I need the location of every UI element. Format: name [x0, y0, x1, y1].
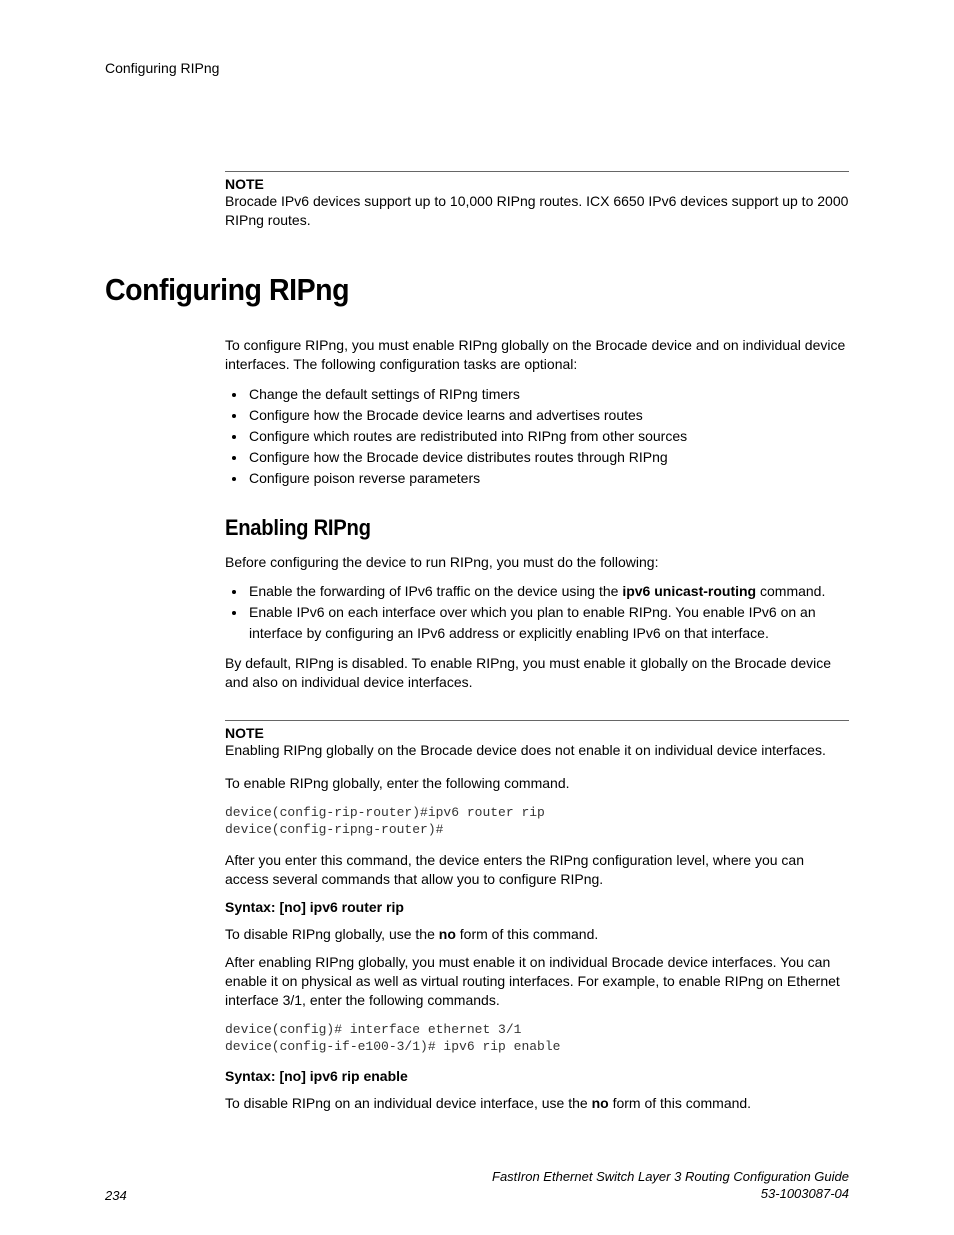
note-label: NOTE [225, 176, 849, 192]
note-text: Enabling RIPng globally on the Brocade d… [225, 741, 849, 760]
after-code-paragraph: After you enter this command, the device… [225, 851, 849, 889]
list-item: Change the default settings of RIPng tim… [247, 384, 849, 405]
intro-paragraph: To configure RIPng, you must enable RIPn… [225, 336, 849, 374]
text-pre: To disable RIPng on an individual device… [225, 1095, 592, 1111]
text-pre: To disable RIPng globally, use the [225, 926, 439, 942]
page-title: Configuring RIPng [105, 272, 789, 308]
syntax-line: Syntax: [no] ipv6 router rip [225, 899, 849, 915]
disable-iface-paragraph: To disable RIPng on an individual device… [225, 1094, 849, 1113]
list-text-pre: Enable the forwarding of IPv6 traffic on… [249, 583, 622, 599]
optional-tasks-list: Change the default settings of RIPng tim… [225, 384, 849, 489]
list-item: Enable IPv6 on each interface over which… [247, 602, 849, 644]
keyword-no: no [592, 1095, 609, 1111]
list-item: Configure poison reverse parameters [247, 468, 849, 489]
doc-title: FastIron Ethernet Switch Layer 3 Routing… [492, 1169, 849, 1203]
section-title: Enabling RIPng [225, 515, 799, 541]
note-label: NOTE [225, 725, 849, 741]
doc-id: 53-1003087-04 [492, 1186, 849, 1203]
text-post: form of this command. [456, 926, 598, 942]
prereq-list: Enable the forwarding of IPv6 traffic on… [225, 581, 849, 644]
note-text: Brocade IPv6 devices support up to 10,00… [225, 192, 849, 230]
list-item: Enable the forwarding of IPv6 traffic on… [247, 581, 849, 602]
list-item: Configure how the Brocade device distrib… [247, 447, 849, 468]
page-number: 234 [105, 1188, 127, 1203]
default-paragraph: By default, RIPng is disabled. To enable… [225, 654, 849, 692]
list-item: Configure how the Brocade device learns … [247, 405, 849, 426]
keyword-no: no [439, 926, 456, 942]
running-header: Configuring RIPng [105, 60, 849, 76]
enable-paragraph: To enable RIPng globally, enter the foll… [225, 774, 849, 793]
list-text-pre: Enable IPv6 on each interface over which… [249, 604, 816, 641]
text-post: form of this command. [609, 1095, 751, 1111]
divider [225, 720, 849, 721]
doc-title-text: FastIron Ethernet Switch Layer 3 Routing… [492, 1169, 849, 1184]
before-paragraph: Before configuring the device to run RIP… [225, 553, 849, 572]
list-text-post: command. [756, 583, 825, 599]
code-block: device(config)# interface ethernet 3/1 d… [225, 1022, 849, 1056]
after-enable-paragraph: After enabling RIPng globally, you must … [225, 953, 849, 1010]
list-item: Configure which routes are redistributed… [247, 426, 849, 447]
disable-global-paragraph: To disable RIPng globally, use the no fo… [225, 925, 849, 944]
divider [225, 171, 849, 172]
syntax-line: Syntax: [no] ipv6 rip enable [225, 1068, 849, 1084]
command-name: ipv6 unicast-routing [622, 583, 756, 599]
code-block: device(config-rip-router)#ipv6 router ri… [225, 805, 849, 839]
page-footer: 234 FastIron Ethernet Switch Layer 3 Rou… [105, 1169, 849, 1203]
